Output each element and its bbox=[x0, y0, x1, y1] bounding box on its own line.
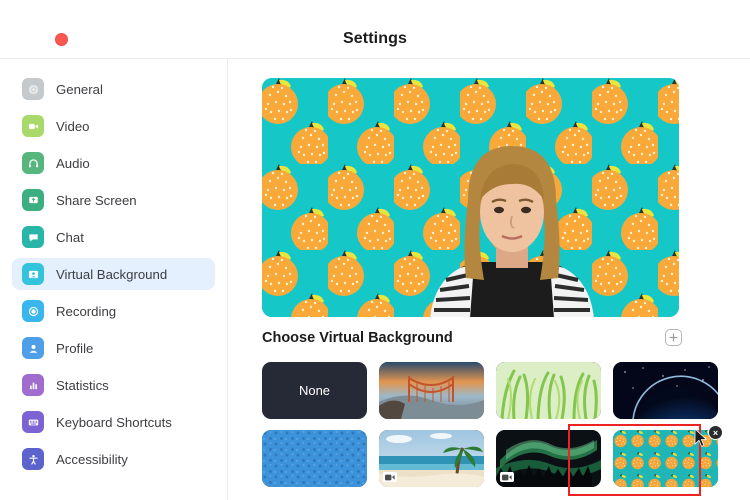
sidebar-item-label: Share Screen bbox=[56, 192, 137, 208]
statistics-icon bbox=[22, 374, 44, 396]
sidebar-item-recording[interactable]: Recording bbox=[12, 295, 215, 327]
sidebar-item-profile[interactable]: Profile bbox=[12, 332, 215, 364]
background-thumbnail-beach[interactable] bbox=[379, 430, 484, 487]
sidebar-item-label: Statistics bbox=[56, 377, 109, 393]
plus-icon bbox=[669, 333, 678, 342]
participant-video bbox=[430, 146, 594, 317]
title-bar: Settings bbox=[0, 0, 750, 59]
choose-background-header: Choose Virtual Background bbox=[262, 329, 682, 346]
background-grid: None × bbox=[262, 362, 723, 487]
background-thumbnail-blue-pattern[interactable] bbox=[262, 430, 367, 487]
thumbnail-image bbox=[613, 362, 718, 419]
remove-background-button[interactable]: × bbox=[708, 425, 723, 440]
sidebar-item-virtual-background[interactable]: Virtual Background bbox=[12, 258, 215, 290]
sidebar-item-share-screen[interactable]: Share Screen bbox=[12, 184, 215, 216]
sidebar-item-label: Audio bbox=[56, 155, 90, 171]
page-title: Settings bbox=[343, 30, 407, 47]
background-thumbnail-golden-gate-bridge[interactable] bbox=[379, 362, 484, 419]
sidebar-item-general[interactable]: General bbox=[12, 73, 215, 105]
section-title: Choose Virtual Background bbox=[262, 329, 453, 346]
sidebar-item-label: General bbox=[56, 81, 103, 97]
mouse-cursor bbox=[694, 428, 708, 447]
settings-window: Settings General Video Audio Share Screen Ch… bbox=[0, 0, 750, 500]
sidebar-item-video[interactable]: Video bbox=[12, 110, 215, 142]
settings-sidebar: General Video Audio Share Screen Chat Virtual… bbox=[0, 59, 228, 500]
chat-icon bbox=[22, 226, 44, 248]
thumbnail-image bbox=[262, 430, 367, 487]
sidebar-item-accessibility[interactable]: Accessibility bbox=[12, 443, 215, 475]
video-preview bbox=[262, 78, 679, 317]
main-panel: Choose Virtual Background None × bbox=[229, 59, 750, 500]
none-label: None bbox=[298, 383, 331, 398]
gear-icon bbox=[22, 78, 44, 100]
keyboard-icon bbox=[22, 411, 44, 433]
video-badge-icon bbox=[500, 472, 514, 482]
video-icon bbox=[22, 115, 44, 137]
background-thumbnail-earth-from-space[interactable] bbox=[613, 362, 718, 419]
sidebar-item-label: Keyboard Shortcuts bbox=[56, 414, 172, 430]
sidebar-item-label: Chat bbox=[56, 229, 84, 245]
sidebar-item-label: Video bbox=[56, 118, 90, 134]
headphones-icon bbox=[22, 152, 44, 174]
share-screen-icon bbox=[22, 189, 44, 211]
background-thumbnail-none[interactable]: None bbox=[262, 362, 367, 419]
sidebar-item-label: Recording bbox=[56, 303, 117, 319]
sidebar-item-audio[interactable]: Audio bbox=[12, 147, 215, 179]
thumbnail-image bbox=[496, 362, 601, 419]
sidebar-item-statistics[interactable]: Statistics bbox=[12, 369, 215, 401]
sidebar-item-label: Profile bbox=[56, 340, 94, 356]
video-badge-icon bbox=[383, 472, 397, 482]
sidebar-item-label: Accessibility bbox=[56, 451, 128, 467]
accessibility-icon bbox=[22, 448, 44, 470]
sidebar-item-chat[interactable]: Chat bbox=[12, 221, 215, 253]
person-card-icon bbox=[22, 263, 44, 285]
sidebar-item-label: Virtual Background bbox=[56, 266, 168, 282]
background-thumbnail-grass[interactable] bbox=[496, 362, 601, 419]
background-thumbnail-aurora[interactable] bbox=[496, 430, 601, 487]
record-icon bbox=[22, 300, 44, 322]
add-background-button[interactable] bbox=[665, 329, 682, 346]
thumbnail-image bbox=[379, 362, 484, 419]
sidebar-item-keyboard-shortcuts[interactable]: Keyboard Shortcuts bbox=[12, 406, 215, 438]
profile-icon bbox=[22, 337, 44, 359]
